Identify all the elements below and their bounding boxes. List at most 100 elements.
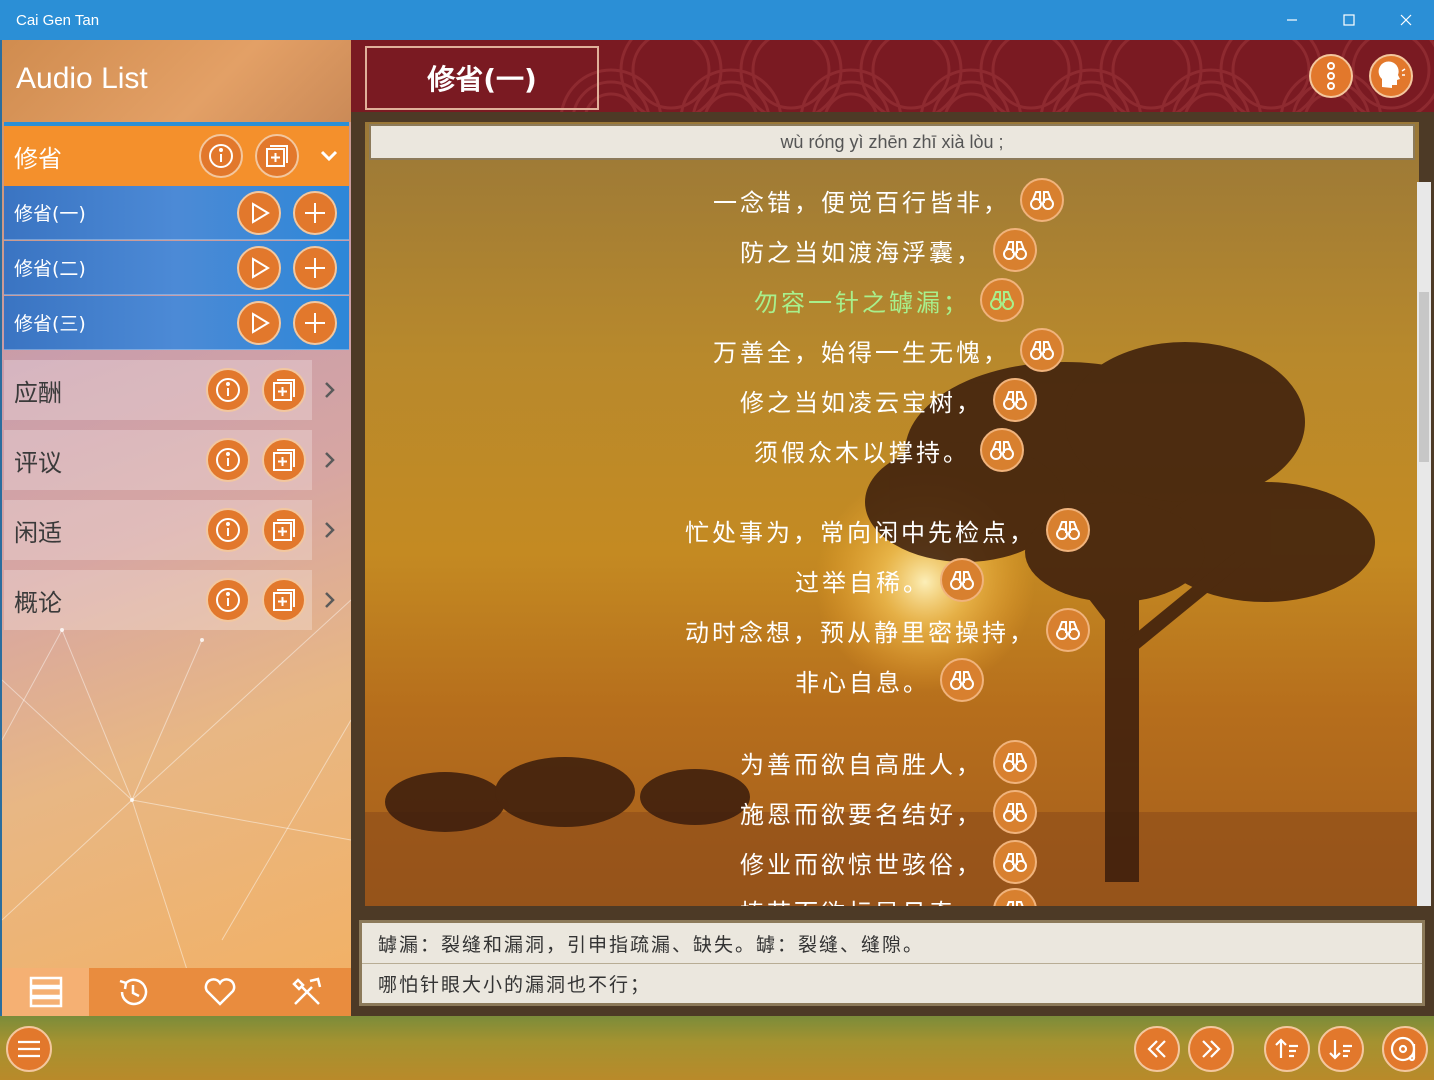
close-button[interactable] [1377, 0, 1434, 40]
poem-line[interactable]: 万善全，始得一生无愧， [713, 328, 1064, 372]
add-button[interactable] [293, 300, 337, 345]
info-button[interactable] [206, 578, 250, 622]
poem-line[interactable]: 为善而欲自高胜人， [740, 740, 1037, 784]
lookup-button[interactable] [993, 888, 1037, 906]
add-all-button[interactable] [262, 368, 306, 412]
window-controls [1263, 0, 1434, 40]
poem-line[interactable]: 动时念想，预从静里密操持， [685, 608, 1090, 652]
tab-audio-list[interactable] [2, 968, 89, 1016]
poem-line[interactable]: 非心自息。 [795, 658, 984, 702]
poem-line-text: 须假众木以撑持。 [754, 438, 970, 467]
more-options-button[interactable] [1309, 54, 1353, 98]
lookup-button[interactable] [993, 228, 1037, 272]
group-label: 应酬 [14, 378, 62, 407]
chevron-right-icon[interactable] [318, 430, 342, 490]
binoculars-icon [1056, 621, 1080, 640]
poem-line-highlighted[interactable]: 勿容一针之罅漏； [754, 278, 1024, 322]
group-row-pingyi[interactable]: 评议 [4, 430, 335, 490]
group-label: 闲适 [14, 518, 62, 547]
info-icon [216, 518, 240, 542]
binoculars-icon [1003, 803, 1027, 822]
menu-button[interactable] [6, 1026, 52, 1072]
minimize-button[interactable] [1263, 0, 1320, 40]
content-scrollbar[interactable] [1417, 182, 1431, 906]
info-icon [209, 144, 233, 168]
section-title-frame: 修省(一) [365, 46, 599, 110]
play-icon [252, 256, 270, 279]
chevron-right-icon[interactable] [318, 360, 342, 420]
more-vertical-icon [1327, 62, 1335, 90]
poem-line[interactable]: 过举自稀。 [795, 558, 984, 602]
poem-line[interactable]: 修业而欲惊世骇俗， [740, 840, 1037, 884]
poem-line[interactable]: 忙处事为，常向闲中先检点， [685, 508, 1090, 552]
scroll-down-button[interactable] [1318, 1026, 1364, 1072]
poem-line[interactable]: 修之当如凌云宝树， [740, 378, 1037, 422]
info-button[interactable] [206, 438, 250, 482]
add-button[interactable] [293, 190, 337, 235]
sub-item-1[interactable]: 修省(一) [4, 186, 349, 240]
tab-history[interactable] [89, 968, 176, 1016]
add-all-button[interactable] [262, 438, 306, 482]
poem-line-text: 动时念想，预从静里密操持， [685, 618, 1036, 647]
sidebar-tab-bar [2, 968, 351, 1016]
scrollbar-thumb[interactable] [1419, 292, 1429, 462]
poem-line-text: 修业而欲惊世骇俗， [740, 850, 983, 879]
info-button[interactable] [206, 368, 250, 412]
lookup-button[interactable] [993, 740, 1037, 784]
lookup-button[interactable] [1020, 328, 1064, 372]
poem-line-text: 植节而欲标异见奇， [740, 893, 983, 907]
lookup-button[interactable] [1046, 608, 1090, 652]
sub-item-2[interactable]: 修省(二) [4, 241, 349, 295]
poem-line[interactable]: 防之当如渡海浮囊， [740, 228, 1037, 272]
audio-settings-button[interactable] [1382, 1026, 1428, 1072]
poem-line[interactable]: 须假众木以撑持。 [754, 428, 1024, 472]
add-button[interactable] [293, 245, 337, 290]
maximize-button[interactable] [1320, 0, 1377, 40]
info-button[interactable] [199, 134, 243, 178]
lookup-button[interactable] [993, 790, 1037, 834]
sidebar: Audio List 修省 修省(一) 修省(二) 修省(三) 应酬 评议 闲适… [2, 40, 351, 1016]
poem-line-partial[interactable]: 植节而欲标异见奇， [740, 888, 1037, 906]
add-to-playlist-icon [273, 379, 295, 401]
add-to-playlist-icon [273, 589, 295, 611]
lookup-button[interactable] [993, 378, 1037, 422]
group-row-gailun[interactable]: 概论 [4, 570, 335, 630]
tab-favorites[interactable] [176, 968, 263, 1016]
poem-line[interactable]: 一念错，便觉百行皆非， [713, 178, 1064, 222]
previous-button[interactable] [1134, 1026, 1180, 1072]
play-icon [252, 311, 270, 334]
add-all-button[interactable] [262, 578, 306, 622]
add-all-button[interactable] [255, 134, 299, 178]
lookup-button[interactable] [980, 428, 1024, 472]
play-button[interactable] [237, 245, 281, 290]
sidebar-title: Audio List [16, 62, 148, 95]
lookup-button[interactable] [993, 840, 1037, 884]
poem-line[interactable]: 施恩而欲要名结好， [740, 790, 1037, 834]
lookup-button[interactable] [980, 278, 1024, 322]
group-label: 概论 [14, 588, 62, 617]
lookup-button[interactable] [1046, 508, 1090, 552]
group-row-xianshi[interactable]: 闲适 [4, 500, 335, 560]
lookup-button[interactable] [1020, 178, 1064, 222]
play-button[interactable] [237, 300, 281, 345]
chevron-down-icon[interactable] [317, 126, 341, 186]
info-icon [216, 588, 240, 612]
add-all-button[interactable] [262, 508, 306, 552]
chevron-right-icon[interactable] [318, 570, 342, 630]
group-row-xiuxing[interactable]: 修省 [4, 126, 349, 186]
play-button[interactable] [237, 190, 281, 235]
read-aloud-button[interactable] [1369, 54, 1413, 98]
binoculars-icon [950, 671, 974, 690]
lookup-button[interactable] [940, 658, 984, 702]
next-button[interactable] [1188, 1026, 1234, 1072]
notes-panel: 罅漏：裂缝和漏洞，引申指疏漏、缺失。罅：裂缝、缝隙。 哪怕针眼大小的漏洞也不行； [359, 920, 1425, 1006]
scroll-up-button[interactable] [1264, 1026, 1310, 1072]
sub-item-3[interactable]: 修省(三) [4, 296, 349, 350]
tab-settings[interactable] [263, 968, 350, 1016]
sub-item-label: 修省(三) [14, 313, 86, 335]
group-row-yingchou[interactable]: 应酬 [4, 360, 335, 420]
chevron-right-icon[interactable] [318, 500, 342, 560]
binoculars-icon [950, 571, 974, 590]
lookup-button[interactable] [940, 558, 984, 602]
info-button[interactable] [206, 508, 250, 552]
